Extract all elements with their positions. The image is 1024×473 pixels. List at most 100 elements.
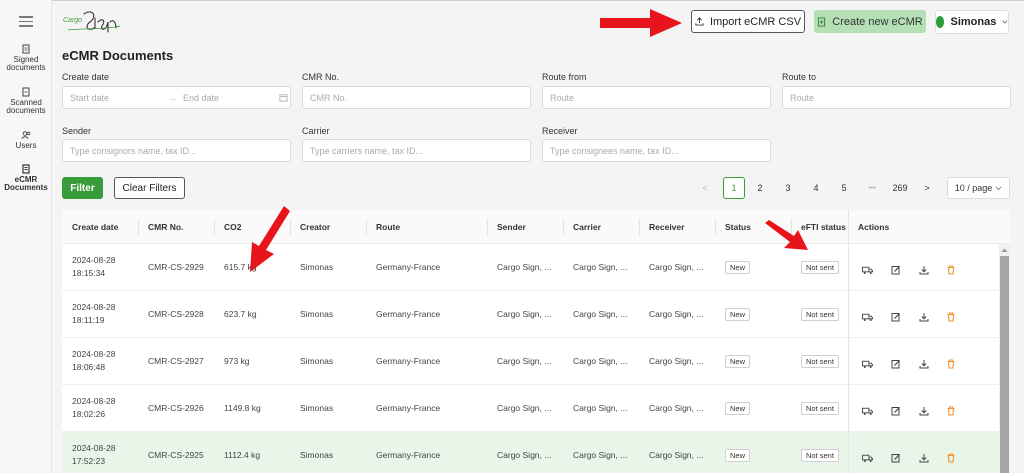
trash-icon[interactable] xyxy=(946,403,957,416)
edit-icon[interactable] xyxy=(891,403,902,416)
users-icon xyxy=(21,131,31,140)
import-ecmr-csv-button[interactable]: Import eCMR CSV xyxy=(691,10,805,33)
truck-icon[interactable] xyxy=(862,450,873,463)
pagination-ellipsis[interactable]: ••• xyxy=(862,177,882,199)
download-icon[interactable] xyxy=(919,403,930,416)
menu-icon[interactable] xyxy=(19,16,33,30)
row-co2: 973 kg xyxy=(224,356,250,366)
plus-doc-icon xyxy=(818,17,826,26)
sidebar-item-ecmr-documents[interactable]: eCMR Documents xyxy=(0,164,52,192)
download-icon[interactable] xyxy=(919,309,930,322)
row-date: 2024-08-28 xyxy=(72,255,116,265)
sender-input[interactable]: Type consignors name, tax ID... xyxy=(62,139,291,162)
document-icon xyxy=(22,44,30,54)
truck-icon[interactable] xyxy=(862,356,873,369)
row-receiver: Cargo Sign, ... xyxy=(649,262,704,272)
scrollbar-thumb[interactable] xyxy=(1000,256,1009,473)
route-to-label: Route to xyxy=(782,72,817,82)
carrier-input[interactable]: Type carriers name, tax ID... xyxy=(302,139,531,162)
row-sender: Cargo Sign, ... xyxy=(497,262,552,272)
annotation-arrow xyxy=(250,206,290,272)
column-header-carrier[interactable]: Carrier xyxy=(573,210,601,244)
row-sender: Cargo Sign, ... xyxy=(497,403,552,413)
download-icon[interactable] xyxy=(919,450,930,463)
create-new-ecmr-button[interactable]: Create new eCMR xyxy=(814,10,926,33)
annotation-arrow xyxy=(765,220,808,250)
sidebar-item-scanned-documents[interactable]: Scanned documents xyxy=(0,87,52,115)
pagination-last-page[interactable]: 269 xyxy=(889,177,911,199)
table-scrollbar[interactable] xyxy=(999,244,1010,473)
pagination-page-1[interactable]: 1 xyxy=(723,177,745,199)
row-carrier: Cargo Sign, ... xyxy=(573,403,628,413)
efti-status-badge: Not sent xyxy=(801,402,839,415)
truck-icon[interactable] xyxy=(862,309,873,322)
row-route: Germany-France xyxy=(376,356,441,366)
truck-icon[interactable] xyxy=(862,403,873,416)
trash-icon[interactable] xyxy=(946,450,957,463)
edit-icon[interactable] xyxy=(891,309,902,322)
calendar-icon[interactable] xyxy=(279,93,288,102)
scroll-up-icon[interactable] xyxy=(1000,247,1009,253)
column-header-receiver[interactable]: Receiver xyxy=(649,210,684,244)
receiver-label: Receiver xyxy=(542,126,578,136)
status-badge: New xyxy=(725,355,751,368)
pagination-page-3[interactable]: 3 xyxy=(781,177,795,199)
edit-icon[interactable] xyxy=(891,356,902,369)
sidebar-item-signed-documents[interactable]: Signed documents xyxy=(0,44,52,72)
row-creator: Simonas xyxy=(300,262,334,272)
pagination-page-2[interactable]: 2 xyxy=(753,177,767,199)
trash-icon[interactable] xyxy=(946,356,957,369)
column-header-create-date[interactable]: Create date xyxy=(72,210,118,244)
clear-filters-button[interactable]: Clear Filters xyxy=(114,177,185,199)
filter-button[interactable]: Filter xyxy=(62,177,103,199)
column-header-sender[interactable]: Sender xyxy=(497,210,526,244)
pagination-page-4[interactable]: 4 xyxy=(809,177,823,199)
row-cmr-no: CMR-CS-2929 xyxy=(148,262,204,272)
pagination-prev-button[interactable]: < xyxy=(698,177,712,199)
download-icon[interactable] xyxy=(919,262,930,275)
route-to-input[interactable]: Route xyxy=(782,86,1011,109)
edit-icon[interactable] xyxy=(891,450,902,463)
column-header-creator[interactable]: Creator xyxy=(300,210,330,244)
column-header-route[interactable]: Route xyxy=(376,210,400,244)
annotation-arrow xyxy=(600,9,682,37)
end-date-input[interactable]: End date xyxy=(183,93,273,103)
row-carrier: Cargo Sign, ... xyxy=(573,450,628,460)
row-co2: 1112.4 kg xyxy=(224,450,261,460)
row-time: 17:52:23 xyxy=(72,456,106,466)
truck-icon[interactable] xyxy=(862,262,873,275)
page-size-select[interactable]: 10 / page xyxy=(947,177,1010,199)
import-button-label: Import eCMR CSV xyxy=(709,15,802,28)
download-icon[interactable] xyxy=(919,356,930,369)
row-date: 2024-08-28 xyxy=(72,349,116,359)
sidebar: Signed documents Scanned documents Users… xyxy=(0,0,52,473)
pagination-page-5[interactable]: 5 xyxy=(837,177,851,199)
edit-icon[interactable] xyxy=(891,262,902,275)
create-date-label: Create date xyxy=(62,72,110,82)
row-route: Germany-France xyxy=(376,450,441,460)
start-date-input[interactable]: Start date xyxy=(70,93,168,103)
sidebar-item-users[interactable]: Users xyxy=(0,130,52,150)
efti-status-badge: Not sent xyxy=(801,355,839,368)
sender-label: Sender xyxy=(62,126,92,136)
column-header-co2[interactable]: CO2 xyxy=(224,210,241,244)
user-name: Simonas xyxy=(950,16,997,28)
cmr-no-input[interactable]: CMR No. xyxy=(302,86,531,109)
column-header-cmr-no[interactable]: CMR No. xyxy=(148,210,183,244)
receiver-input[interactable]: Type consignees name, tax ID... xyxy=(542,139,771,162)
sidebar-item-label: documents xyxy=(6,63,46,72)
route-from-input[interactable]: Route xyxy=(542,86,771,109)
row-receiver: Cargo Sign, ... xyxy=(649,403,704,413)
column-header-status[interactable]: Status xyxy=(725,210,751,244)
user-menu[interactable]: Simonas xyxy=(935,10,1009,34)
row-date: 2024-08-28 xyxy=(72,302,116,312)
chevron-down-icon xyxy=(995,186,1002,190)
trash-icon[interactable] xyxy=(946,309,957,322)
create-date-range[interactable]: Start date → End date xyxy=(62,86,291,109)
row-sender: Cargo Sign, ... xyxy=(497,450,552,460)
chevron-down-icon xyxy=(1002,20,1008,24)
pagination-next-button[interactable]: > xyxy=(920,177,934,199)
row-route: Germany-France xyxy=(376,262,441,272)
row-route: Germany-France xyxy=(376,403,441,413)
trash-icon[interactable] xyxy=(946,262,957,275)
